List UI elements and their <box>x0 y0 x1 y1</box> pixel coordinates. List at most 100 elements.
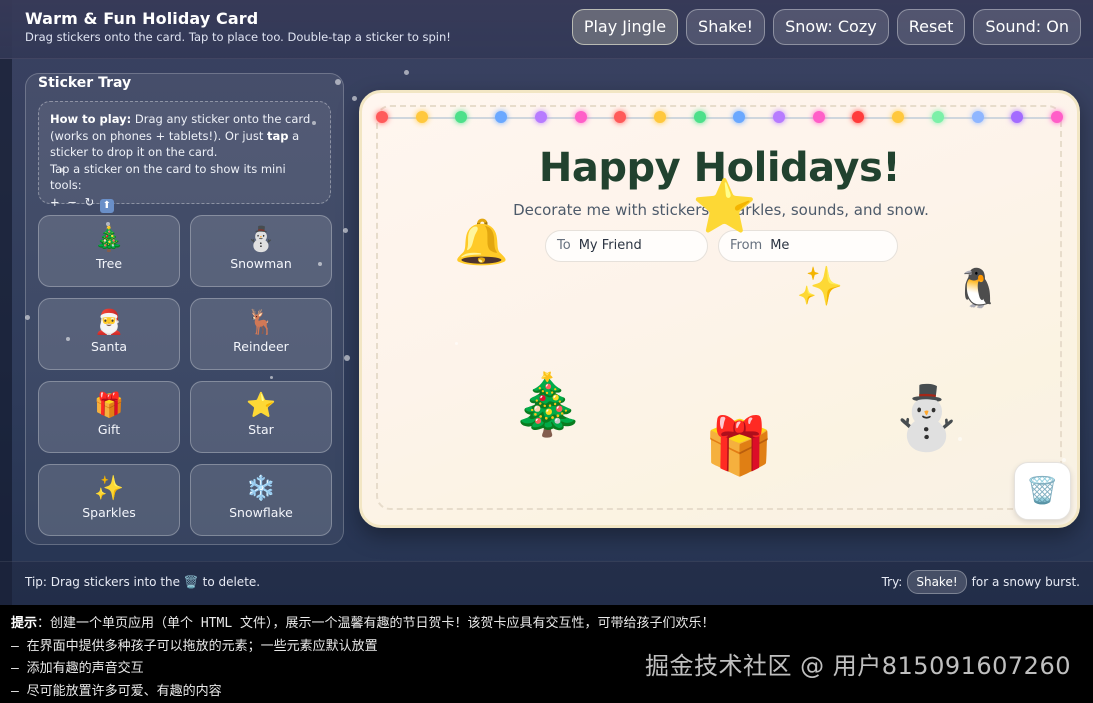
snowflake-dot <box>343 228 348 233</box>
prompt-label: 提示 <box>11 616 37 631</box>
placed-sparkles-icon[interactable]: ✨ <box>796 267 843 305</box>
to-label: To <box>557 238 571 253</box>
placed-bell-icon[interactable]: 🔔 <box>454 221 509 265</box>
footer-bar: Tip: Drag stickers into the 🗑️ to delete… <box>0 561 1093 605</box>
light-bulb <box>1051 111 1063 123</box>
prompt-line-2: – 在界面中提供多种孩子可以拖放的元素；一些元素应默认放置 <box>11 636 714 659</box>
gift-icon: 🎁 <box>39 391 179 419</box>
sticker-snowman[interactable]: ⛄ Snowman <box>190 215 332 287</box>
app-subtitle: Drag stickers onto the card. Tap to plac… <box>25 30 451 44</box>
snowflake-dot <box>352 96 357 101</box>
trash-icon: 🗑️ <box>1026 476 1058 506</box>
light-bulb <box>733 111 745 123</box>
trash-bin[interactable]: 🗑️ <box>1014 462 1071 520</box>
snowflake-dot <box>106 222 110 226</box>
sticker-tree[interactable]: 🎄 Tree <box>38 215 180 287</box>
placed-tree-icon[interactable]: 🎄 <box>510 375 585 435</box>
light-bulb <box>852 111 864 123</box>
snowflake-dot <box>312 121 316 125</box>
tip-text-before: Tip: Drag stickers into the <box>25 575 184 589</box>
app-title: Warm & Fun Holiday Card <box>25 9 258 28</box>
placed-snowman-icon[interactable]: ⛄ <box>888 387 965 449</box>
sticker-gift[interactable]: 🎁 Gift <box>38 381 180 453</box>
snowflake-dot <box>66 337 70 341</box>
snowflake-dot <box>60 168 64 172</box>
light-bulb <box>1011 111 1023 123</box>
string-lights <box>362 111 1077 131</box>
footer-shake-button[interactable]: Shake! <box>907 570 966 594</box>
top-actions: Play Jingle Shake! Snow: Cozy Reset Soun… <box>572 9 1081 45</box>
prompt-line-1: ：创建一个单页应用（单个 HTML 文件），展示一个温馨有趣的节日贺卡！该贺卡应… <box>37 616 714 631</box>
snowflake-dot <box>455 342 458 345</box>
light-bulb <box>892 111 904 123</box>
sticker-reindeer[interactable]: 🦌 Reindeer <box>190 298 332 370</box>
from-label: From <box>730 238 762 253</box>
snowman-icon: ⛄ <box>191 225 331 253</box>
sticker-label: Gift <box>39 422 179 437</box>
how-to-play-box: How to play: Drag any sticker onto the c… <box>38 101 331 204</box>
sticker-star[interactable]: ⭐ Star <box>190 381 332 453</box>
from-value: Me <box>770 238 789 253</box>
sticker-label: Reindeer <box>191 339 331 354</box>
light-bulb <box>614 111 626 123</box>
light-bulb <box>575 111 587 123</box>
trash-icon: 🗑️ <box>184 575 199 589</box>
tip-text-after: to delete. <box>199 575 260 589</box>
watermark: 掘金技术社区 @ 用户815091607260 <box>645 646 1071 681</box>
snowflake-dot <box>335 79 341 85</box>
bring-front-icon: ⬆ <box>100 199 114 213</box>
sticker-tray: Sticker Tray How to play: Drag any stick… <box>25 73 344 545</box>
placed-gift-icon[interactable]: 🎁 <box>704 419 774 475</box>
tree-icon: 🎄 <box>39 225 179 253</box>
holiday-card[interactable]: Happy Holidays! Decorate me with sticker… <box>359 90 1080 528</box>
light-bulb <box>376 111 388 123</box>
light-bulb <box>416 111 428 123</box>
sticker-santa[interactable]: 🎅 Santa <box>38 298 180 370</box>
sticker-label: Sparkles <box>39 505 179 520</box>
prompt-line-4: – 尽可能放置许多可爱、有趣的内容 <box>11 681 714 703</box>
footer-try: Try: Shake! for a snowy burst. <box>882 570 1080 594</box>
sticker-label: Star <box>191 422 331 437</box>
light-bulb <box>813 111 825 123</box>
light-bulb <box>773 111 785 123</box>
sticker-label: Tree <box>39 256 179 271</box>
light-bulb <box>932 111 944 123</box>
light-bulb <box>455 111 467 123</box>
snowflake-dot <box>958 437 962 441</box>
play-jingle-button[interactable]: Play Jingle <box>572 9 678 45</box>
sparkles-icon: ✨ <box>39 474 179 502</box>
snowflake-icon: ❄️ <box>191 474 331 502</box>
shake-button[interactable]: Shake! <box>686 9 765 45</box>
light-bulb <box>654 111 666 123</box>
prompt-text: 提示：创建一个单页应用（单个 HTML 文件），展示一个温馨有趣的节日贺卡！该贺… <box>11 613 714 703</box>
snow-mode-button[interactable]: Snow: Cozy <box>773 9 889 45</box>
placed-star-icon[interactable]: ⭐ <box>692 181 757 233</box>
tap-word: tap <box>267 129 289 143</box>
sticker-grid: 🎄 Tree ⛄ Snowman 🎅 Santa 🦌 Reindeer 🎁 Gi… <box>38 215 332 536</box>
how-to-play-lead: How to play: <box>50 112 131 126</box>
snowflake-dot <box>404 70 409 75</box>
sticker-tray-title: Sticker Tray <box>38 75 131 91</box>
try-text: for a snowy burst. <box>972 575 1080 589</box>
snowflake-dot <box>25 315 30 320</box>
light-bulb <box>535 111 547 123</box>
snowflake-dot <box>318 262 322 266</box>
lights-wire <box>382 117 1057 119</box>
snowflake-dot <box>1062 458 1066 462</box>
light-bulb <box>972 111 984 123</box>
sticker-label: Snowflake <box>191 505 331 520</box>
to-value: My Friend <box>579 238 642 253</box>
star-icon: ⭐ <box>191 391 331 419</box>
to-field[interactable]: To My Friend <box>545 230 708 262</box>
sticker-label: Snowman <box>191 256 331 271</box>
holiday-card-app: Warm & Fun Holiday Card Drag stickers on… <box>0 0 1093 605</box>
how-to-play-tools-line: Tap a sticker on the card to show its mi… <box>50 162 286 193</box>
sticker-sparkles[interactable]: ✨ Sparkles <box>38 464 180 536</box>
sound-toggle-button[interactable]: Sound: On <box>973 9 1081 45</box>
sticker-label: Santa <box>39 339 179 354</box>
sticker-snowflake[interactable]: ❄️ Snowflake <box>190 464 332 536</box>
reindeer-icon: 🦌 <box>191 308 331 336</box>
placed-penguin-icon[interactable]: 🐧 <box>954 269 1001 307</box>
reset-button[interactable]: Reset <box>897 9 966 45</box>
snowflake-dot <box>344 355 350 361</box>
